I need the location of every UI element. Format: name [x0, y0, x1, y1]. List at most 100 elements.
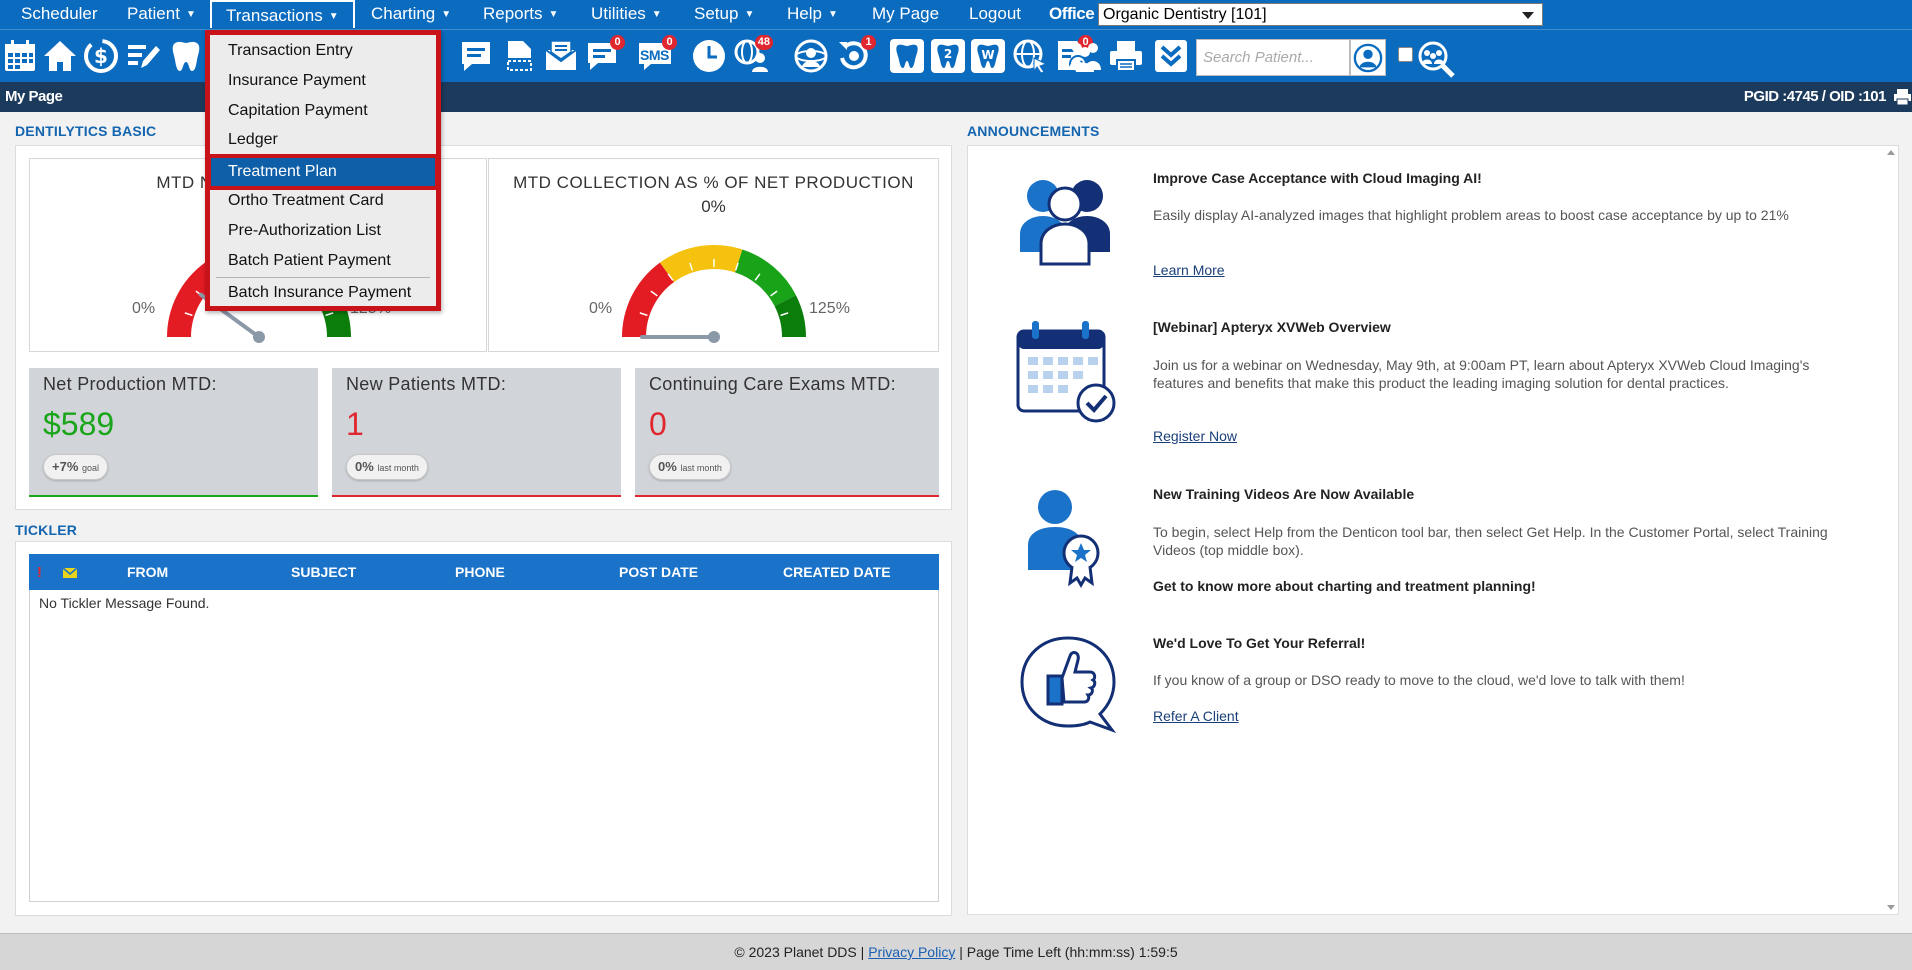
- svg-text:$: $: [94, 44, 108, 68]
- refer-a-client-link[interactable]: Refer A Client: [1153, 708, 1239, 724]
- tooth-2-icon[interactable]: 2: [930, 38, 966, 74]
- menu-scheduler[interactable]: Scheduler: [21, 0, 98, 28]
- gauge-title: MTD COLLECTION AS % OF NET PRODUCTION: [513, 173, 914, 192]
- menu-item-pre-authorization-list[interactable]: Pre-Authorization List: [210, 217, 436, 245]
- home-icon[interactable]: [42, 38, 78, 74]
- column-phone[interactable]: PHONE: [455, 564, 505, 580]
- kpi-title: Net Production MTD:: [43, 374, 217, 394]
- announcement-title: We'd Love To Get Your Referral!: [1153, 635, 1366, 651]
- kpi-pill: 0% last month: [346, 454, 428, 480]
- tooth-chart-icon[interactable]: [889, 38, 925, 74]
- search-patient-input[interactable]: Search Patient...: [1196, 39, 1350, 76]
- svg-text:2: 2: [944, 47, 952, 61]
- column-subject[interactable]: SUBJECT: [291, 564, 356, 580]
- chat-icon[interactable]: [458, 38, 494, 74]
- menu-item-batch-patient-payment[interactable]: Batch Patient Payment: [210, 247, 436, 275]
- chevron-down-icon: [1522, 12, 1534, 19]
- menu-item-batch-insurance-payment[interactable]: Batch Insurance Payment: [210, 279, 436, 307]
- menu-help[interactable]: Help ▼: [787, 0, 838, 28]
- kpi-title: Continuing Care Exams MTD:: [649, 374, 896, 394]
- office-select[interactable]: Organic Dentistry [101]: [1098, 3, 1543, 26]
- tooth-icon[interactable]: [168, 38, 204, 74]
- flag-column[interactable]: !: [37, 564, 42, 581]
- search-patient-button[interactable]: [1350, 39, 1386, 76]
- announcement-body: If you know of a group or DSO ready to m…: [1153, 672, 1685, 688]
- gauge-hub: [708, 331, 720, 343]
- menu-item-insurance-payment[interactable]: Insurance Payment: [210, 67, 436, 95]
- calendar-check-icon: [1016, 321, 1116, 423]
- team-icon[interactable]: [1067, 38, 1103, 74]
- gauge-band-2: [735, 249, 796, 307]
- announcement-title: New Training Videos Are Now Available: [1153, 486, 1415, 502]
- column-created-date[interactable]: CREATED DATE: [783, 564, 891, 580]
- kpi-title: New Patients MTD:: [346, 374, 507, 394]
- gauge-card-collection: MTD COLLECTION AS % OF NET PRODUCTION 0%…: [488, 158, 939, 352]
- privacy-policy-link[interactable]: Privacy Policy: [868, 944, 955, 960]
- kpi-pill: 0% last month: [649, 454, 731, 480]
- thumbs-up-chat-icon: [1020, 636, 1117, 734]
- column-post-date[interactable]: POST DATE: [619, 564, 698, 580]
- page-title: My Page: [5, 88, 63, 105]
- print-page-icon[interactable]: [1893, 88, 1912, 106]
- dentilytics-section-title: DENTILYTICS BASIC: [15, 123, 157, 139]
- globe-people-count-badge: 48: [754, 35, 773, 50]
- menu-item-transaction-entry[interactable]: Transaction Entry: [210, 37, 436, 65]
- kpi-value: 0: [649, 406, 667, 442]
- gauge-max: 125%: [809, 300, 850, 317]
- clock-icon[interactable]: [691, 38, 727, 74]
- menu-reports[interactable]: Reports ▼: [483, 0, 558, 28]
- kpi-new-patients: New Patients MTD: 1 0% last month: [332, 368, 621, 497]
- announcements-scrollbar[interactable]: [1883, 145, 1899, 915]
- kpi-continuing-care: Continuing Care Exams MTD: 0 0% last mon…: [635, 368, 939, 497]
- menu-logout[interactable]: Logout: [969, 0, 1021, 28]
- sms-icon[interactable]: SMS 0: [637, 35, 677, 74]
- column-from[interactable]: FROM: [127, 564, 168, 580]
- pencil-list-icon[interactable]: [125, 38, 161, 74]
- calendar-icon[interactable]: [2, 38, 38, 74]
- gauge-hub: [253, 331, 265, 343]
- file-icon[interactable]: [501, 38, 537, 74]
- gauge-band-0: [622, 262, 675, 337]
- announcement-bold-line: Get to know more about charting and trea…: [1153, 578, 1536, 594]
- people-group-icon: [1020, 180, 1110, 266]
- tickler-section-title: TICKLER: [15, 522, 78, 538]
- page-time-left: | Page Time Left (hh:mm:ss) 1:59:5: [959, 944, 1178, 960]
- gauge-min: 0%: [132, 300, 156, 317]
- tooth-w-icon[interactable]: W: [970, 38, 1006, 74]
- globe-cursor-icon[interactable]: [1012, 38, 1048, 74]
- kpi-value: $589: [43, 406, 115, 442]
- page-ids: PGID :4745 / OID :101: [1743, 88, 1887, 105]
- announcement-title: [Webinar] Apteryx XVWeb Overview: [1153, 319, 1391, 335]
- menu-utilities[interactable]: Utilities ▼: [591, 0, 662, 28]
- toolbar-checkbox[interactable]: [1398, 47, 1413, 62]
- menu-patient[interactable]: Patient ▼: [127, 0, 196, 28]
- menu-transactions[interactable]: Transactions ▼: [210, 0, 355, 28]
- envelope-icon[interactable]: [543, 38, 579, 74]
- announcement-body: Easily display AI-analyzed images that h…: [1153, 207, 1789, 223]
- announcement-body: Join us for a webinar on Wednesday, May …: [1153, 357, 1810, 391]
- gauge-value: 0%: [701, 197, 726, 216]
- sms-count-badge: 0: [662, 35, 677, 50]
- support-icon[interactable]: [793, 38, 829, 74]
- menu-setup[interactable]: Setup ▼: [694, 0, 754, 28]
- user-search-icon: [1353, 43, 1383, 72]
- menu-charting[interactable]: Charting ▼: [371, 0, 451, 28]
- chevron-down-icon[interactable]: [1153, 38, 1189, 74]
- message-count-badge: 0: [610, 35, 625, 50]
- menu-item-ledger[interactable]: Ledger: [210, 126, 436, 154]
- recall-icon[interactable]: 1: [836, 35, 876, 74]
- menu-item-treatment-plan[interactable]: Treatment Plan: [207, 154, 439, 190]
- menu-my-page[interactable]: My Page: [872, 0, 939, 28]
- menu-item-ortho-treatment-card[interactable]: Ortho Treatment Card: [210, 187, 436, 215]
- printer-icon[interactable]: [1108, 38, 1144, 74]
- menu-item-capitation-payment[interactable]: Capitation Payment: [210, 97, 436, 125]
- kpi-bar: [29, 495, 318, 497]
- message-icon[interactable]: 0: [585, 35, 625, 74]
- announcement-title: Improve Case Acceptance with Cloud Imagi…: [1153, 170, 1482, 186]
- globe-people-icon[interactable]: 48: [733, 35, 773, 74]
- envelope-icon[interactable]: [62, 565, 78, 581]
- learn-more-link[interactable]: Learn More: [1153, 262, 1225, 278]
- register-now-link[interactable]: Register Now: [1153, 428, 1237, 444]
- dollar-icon[interactable]: $: [83, 38, 119, 74]
- group-search-icon[interactable]: [1416, 39, 1456, 79]
